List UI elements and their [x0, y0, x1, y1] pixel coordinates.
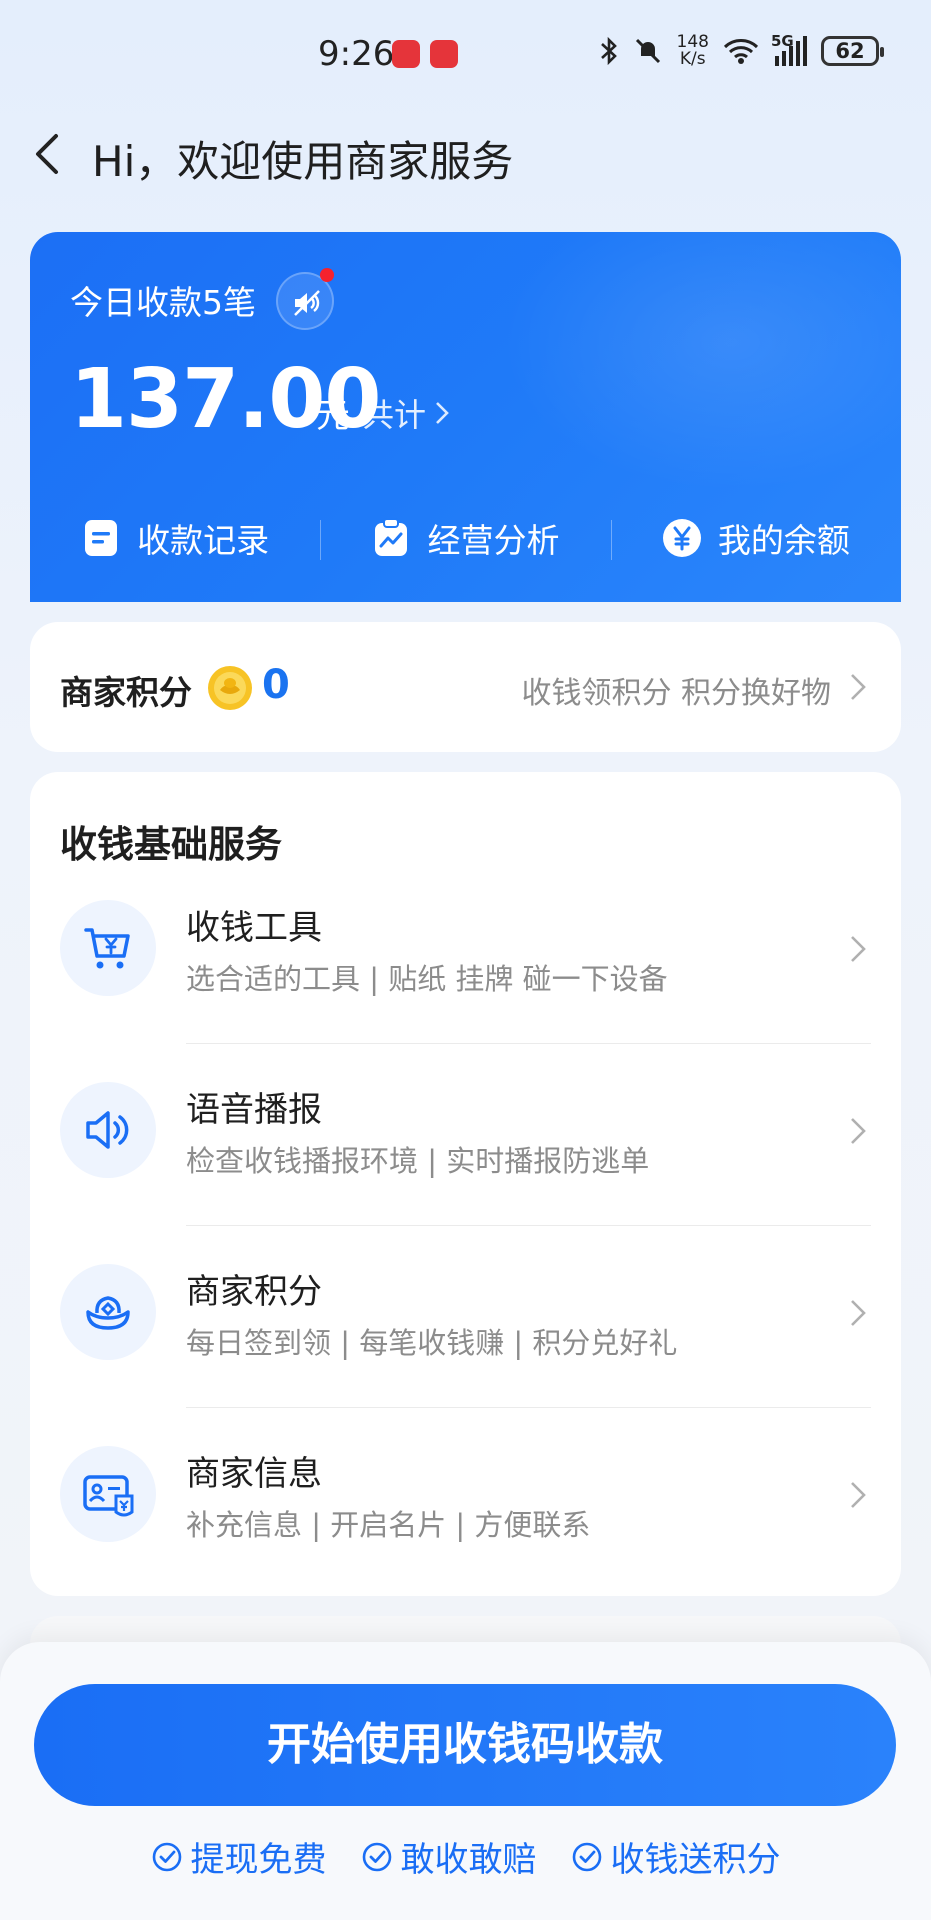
points-value: 0: [262, 662, 290, 708]
service-item-payment-tools[interactable]: 收钱工具 选合适的工具 | 贴纸 挂牌 碰一下设备: [30, 862, 901, 1044]
benefit-badges: 提现免费 敢收敢赔 收钱送积分: [0, 1832, 931, 1881]
action-label: 收款记录: [137, 521, 270, 560]
network-speed: 148 K/s: [676, 32, 709, 69]
start-payment-code-button[interactable]: 开始使用收钱码收款: [34, 1684, 896, 1806]
page-title: Hi，欢迎使用商家服务: [92, 137, 514, 186]
status-bar: 9:26 148 K/s 5G 62: [0, 0, 931, 110]
back-button[interactable]: [28, 132, 68, 176]
income-unit: 元: [316, 396, 350, 436]
chevron-right-icon: [851, 1118, 866, 1144]
action-label: 我的余额: [717, 521, 850, 560]
chart-clipboard-icon: [375, 518, 408, 556]
battery-indicator: 62: [821, 36, 884, 66]
points-ingot-icon: [86, 1296, 130, 1330]
service-title: 商家信息: [186, 1454, 322, 1494]
check-circle-icon: [572, 1842, 601, 1871]
today-income-label: 今日收款5笔: [70, 283, 256, 322]
service-title: 商家积分: [186, 1272, 322, 1312]
back-arrow-icon: [36, 134, 58, 174]
notification-dot: [320, 268, 334, 282]
wifi-icon: [723, 39, 759, 64]
speaker-icon: [86, 1111, 129, 1149]
cellular-signal: 5G: [771, 32, 807, 66]
chevron-right-icon: [436, 402, 449, 424]
chevron-right-icon: [851, 1300, 866, 1326]
service-item-merchant-info[interactable]: 商家信息 补充信息 | 开启名片 | 方便联系: [30, 1408, 901, 1590]
services-title: 收钱基础服务: [60, 823, 282, 866]
chevron-right-icon: [851, 1482, 866, 1508]
service-title: 收钱工具: [186, 908, 322, 948]
total-link[interactable]: 共计: [362, 390, 450, 436]
cart-yen-icon: [84, 928, 130, 969]
service-desc: 检查收钱播报环境 | 实时播报防逃单: [186, 1144, 650, 1178]
points-title: 商家积分: [60, 673, 192, 712]
my-balance-button[interactable]: 我的余额: [610, 508, 901, 568]
basic-services-card: 收钱基础服务 收钱工具 选合适的工具 | 贴纸 挂牌 碰一下设备 语音播报 检查…: [30, 772, 901, 1596]
mute-bell-icon: [635, 38, 660, 64]
action-label: 经营分析: [427, 521, 560, 560]
chevron-right-icon: [851, 936, 866, 962]
huawei-app-icon: [430, 40, 458, 68]
service-title: 语音播报: [186, 1090, 322, 1130]
bottom-action-panel: 开始使用收钱码收款 提现免费 敢收敢赔 收钱送积分: [0, 1642, 931, 1920]
total-label: 共计: [362, 396, 427, 434]
service-desc: 补充信息 | 开启名片 | 方便联系: [186, 1508, 591, 1542]
merchant-points-card[interactable]: 商家积分 0 收钱领积分 积分换好物: [30, 622, 901, 752]
income-card: 今日收款5笔 137.00 元 共计 收款记录 经营分析 我的余额: [30, 232, 901, 602]
payment-records-button[interactable]: 收款记录: [30, 508, 320, 568]
id-card-icon: [83, 1475, 134, 1517]
status-time: 9:26: [318, 34, 395, 74]
network-type: 5G: [771, 32, 794, 50]
document-icon: [85, 520, 118, 556]
check-circle-icon: [362, 1842, 391, 1871]
points-hint: 收钱领积分 积分换好物: [521, 676, 831, 711]
benefit-badge: 收钱送积分: [571, 1832, 781, 1881]
service-desc: 选合适的工具 | 贴纸 挂牌 碰一下设备: [186, 962, 668, 996]
speaker-muted-icon: [294, 290, 320, 316]
gold-coin-icon: [208, 666, 252, 710]
check-circle-icon: [152, 1842, 181, 1871]
service-desc: 每日签到领 | 每笔收钱赚 | 积分兑好礼: [186, 1326, 678, 1360]
yen-circle-icon: [662, 519, 701, 557]
service-item-voice-broadcast[interactable]: 语音播报 检查收钱播报环境 | 实时播报防逃单: [30, 1044, 901, 1226]
service-item-merchant-points[interactable]: 商家积分 每日签到领 | 每笔收钱赚 | 积分兑好礼: [30, 1226, 901, 1408]
business-analysis-button[interactable]: 经营分析: [320, 508, 610, 568]
income-actions: 收款记录 经营分析 我的余额: [30, 508, 901, 568]
bluetooth-icon: [600, 36, 617, 66]
huawei-app-icon: [392, 40, 420, 68]
chevron-right-icon: [851, 674, 866, 700]
benefit-badge: 敢收敢赔: [361, 1832, 537, 1881]
benefit-badge: 提现免费: [151, 1832, 327, 1881]
page-header: Hi，欢迎使用商家服务: [0, 118, 931, 188]
